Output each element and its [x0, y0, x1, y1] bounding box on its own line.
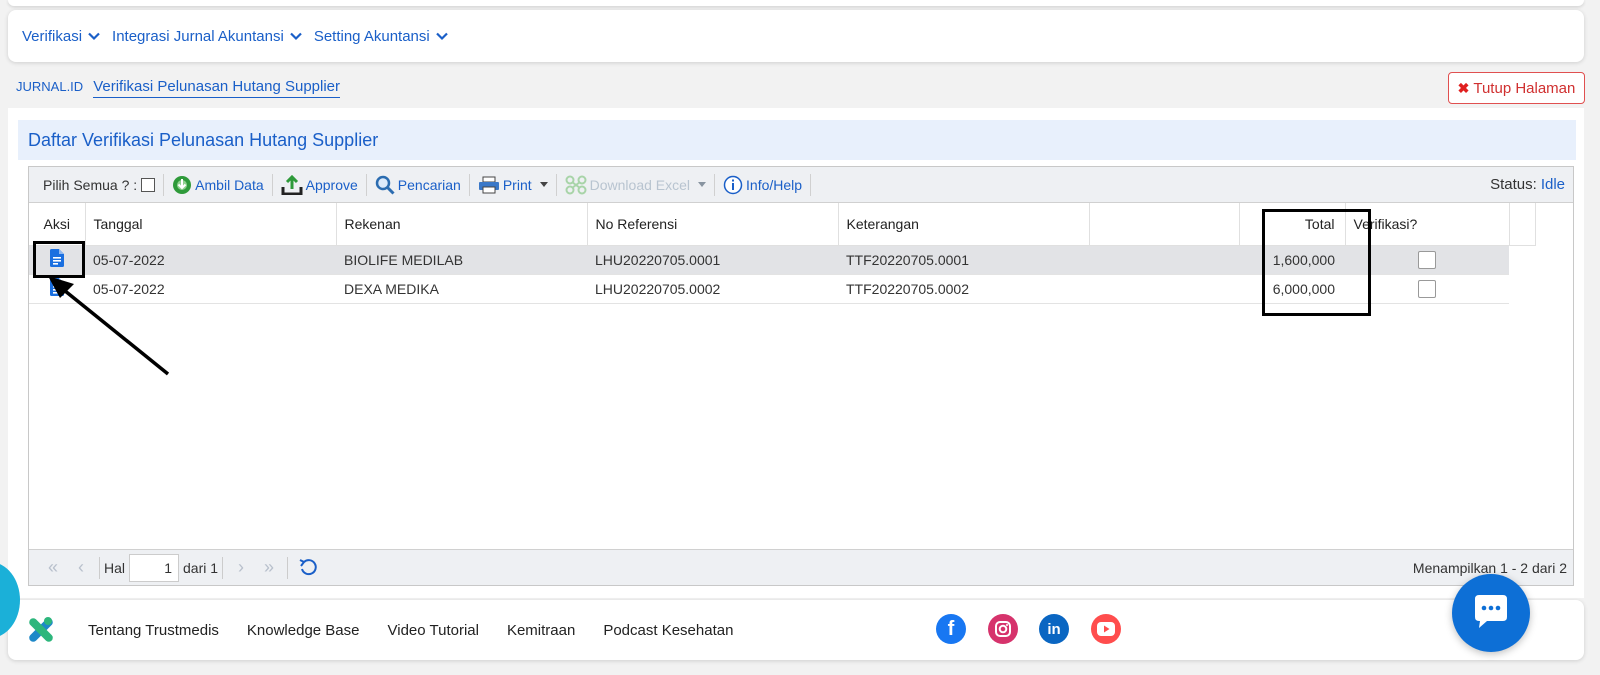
blank-cell — [1089, 245, 1239, 275]
annotation-arrow — [48, 276, 170, 376]
annotation-box-total — [1262, 209, 1371, 316]
menu-label: Verifikasi — [22, 27, 83, 45]
chevron-down-icon — [435, 32, 448, 41]
pencarian-label: Pencarian — [397, 176, 461, 193]
menu-label: Setting Akuntansi — [313, 27, 430, 45]
chat-button[interactable] — [1452, 574, 1530, 652]
keterangan-cell: TTF20220705.0001 — [838, 245, 1089, 275]
spacer-cell — [1509, 245, 1535, 274]
info-help-label: Info/Help — [746, 176, 803, 193]
status-label: Status: — [1490, 176, 1537, 193]
prev-page-icon[interactable]: ‹ — [67, 557, 95, 578]
caret-down-icon — [539, 182, 548, 187]
pager-divider — [287, 556, 289, 579]
pager-divider — [99, 556, 100, 579]
col-header-no-referensi[interactable]: No Referensi — [587, 203, 839, 246]
linkedin-icon[interactable]: in — [1039, 614, 1069, 644]
col-header-aksi: Aksi — [29, 203, 86, 246]
chevron-down-icon — [88, 32, 100, 41]
footer-link-tentang[interactable]: Tentang Trustmedis — [88, 622, 219, 639]
no-referensi-cell: LHU20220705.0002 — [587, 274, 838, 304]
keterangan-cell: TTF20220705.0002 — [838, 274, 1089, 304]
page-label: Hal — [104, 559, 126, 576]
excel-icon — [565, 175, 587, 194]
top-menu-bar: Verifikasi Integrasi Jurnal Akuntansi Se… — [8, 10, 1584, 62]
download-excel-button[interactable]: Download Excel — [557, 173, 716, 196]
info-icon — [723, 175, 743, 194]
pagination-bar: « ‹ Hal 1 dari 1 › » Menampilkan 1 - 2 d… — [29, 549, 1573, 585]
top-strip — [8, 0, 1584, 6]
panel-title: Daftar Verifikasi Pelunasan Hutang Suppl… — [18, 120, 1576, 160]
menu-verifikasi[interactable]: Verifikasi — [22, 28, 100, 45]
approve-button[interactable]: Approve — [273, 173, 367, 196]
caret-down-icon — [698, 182, 707, 187]
page-number-input[interactable]: 1 — [129, 553, 180, 582]
close-icon: ✖ — [1457, 79, 1470, 96]
close-page-label: Tutup Halaman — [1473, 79, 1576, 97]
chat-icon — [1475, 595, 1507, 628]
first-page-icon[interactable]: « — [39, 557, 67, 578]
footer-link-podcast[interactable]: Podcast Kesehatan — [603, 622, 733, 639]
col-header-tanggal[interactable]: Tanggal — [85, 203, 337, 246]
select-all-label: Pilih Semua ? : — [43, 176, 138, 193]
blank-cell — [1089, 274, 1239, 304]
close-page-button[interactable]: ✖ Tutup Halaman — [1448, 72, 1585, 104]
main-panel: Daftar Verifikasi Pelunasan Hutang Suppl… — [8, 108, 1584, 598]
status-value: Idle — [1540, 176, 1565, 193]
last-page-icon[interactable]: » — [255, 557, 283, 578]
ambil-data-label: Ambil Data — [195, 176, 264, 193]
next-page-icon[interactable]: › — [227, 557, 255, 578]
breadcrumb-root[interactable]: JURNAL.ID — [16, 79, 83, 94]
grid-toolbar: Pilih Semua ? : Ambil Data Approve Penca… — [29, 167, 1573, 203]
footer-link-video-tutorial[interactable]: Video Tutorial — [388, 622, 479, 639]
facebook-icon[interactable]: f — [936, 614, 966, 644]
rekenan-cell: BIOLIFE MEDILAB — [336, 245, 587, 275]
col-header-spacer — [1509, 203, 1536, 246]
refresh-icon[interactable] — [298, 558, 320, 578]
search-icon — [375, 175, 395, 195]
breadcrumb: JURNAL.ID Verifikasi Pelunasan Hutang Su… — [16, 78, 341, 98]
pencarian-button[interactable]: Pencarian — [367, 173, 470, 196]
footer-link-kemitraan[interactable]: Kemitraan — [507, 622, 575, 639]
verifikasi-checkbox[interactable] — [1418, 250, 1436, 269]
menu-integrasi-jurnal[interactable]: Integrasi Jurnal Akuntansi — [112, 28, 302, 45]
download-excel-label: Download Excel — [589, 176, 691, 193]
footer: Tentang Trustmedis Knowledge Base Video … — [8, 600, 1584, 660]
breadcrumb-current[interactable]: Verifikasi Pelunasan Hutang Supplier — [93, 78, 341, 98]
menu-label: Integrasi Jurnal Akuntansi — [112, 27, 284, 45]
printer-icon — [478, 176, 499, 193]
instagram-icon[interactable] — [988, 614, 1018, 644]
info-help-button[interactable]: Info/Help — [715, 173, 812, 196]
no-referensi-cell: LHU20220705.0001 — [587, 245, 838, 275]
pager-divider — [222, 556, 224, 579]
rekenan-cell: DEXA MEDIKA — [336, 274, 587, 304]
print-button[interactable]: Print — [470, 173, 557, 196]
status-indicator: Status: Idle — [1490, 176, 1565, 193]
globe-icon — [173, 175, 192, 194]
ambil-data-button[interactable]: Ambil Data — [164, 173, 273, 196]
col-header-keterangan[interactable]: Keterangan — [838, 203, 1090, 246]
footer-link-knowledge-base[interactable]: Knowledge Base — [247, 622, 360, 639]
spacer-cell — [1509, 274, 1535, 303]
verifikasi-checkbox[interactable] — [1418, 279, 1436, 298]
youtube-icon[interactable] — [1091, 614, 1121, 644]
select-all-checkbox[interactable] — [141, 177, 156, 192]
youtube-glyph — [1097, 622, 1115, 636]
col-header-blank — [1089, 203, 1240, 246]
col-header-rekenan[interactable]: Rekenan — [336, 203, 588, 246]
upload-icon — [281, 174, 303, 195]
trustmedis-logo-icon — [29, 617, 53, 642]
select-all[interactable]: Pilih Semua ? : — [35, 173, 165, 196]
page-total: dari 1 — [183, 559, 219, 576]
instagram-glyph — [995, 621, 1011, 637]
chevron-down-icon — [290, 32, 302, 41]
menu-setting-akuntansi[interactable]: Setting Akuntansi — [314, 28, 448, 45]
approve-label: Approve — [305, 176, 358, 193]
print-label: Print — [502, 176, 532, 193]
